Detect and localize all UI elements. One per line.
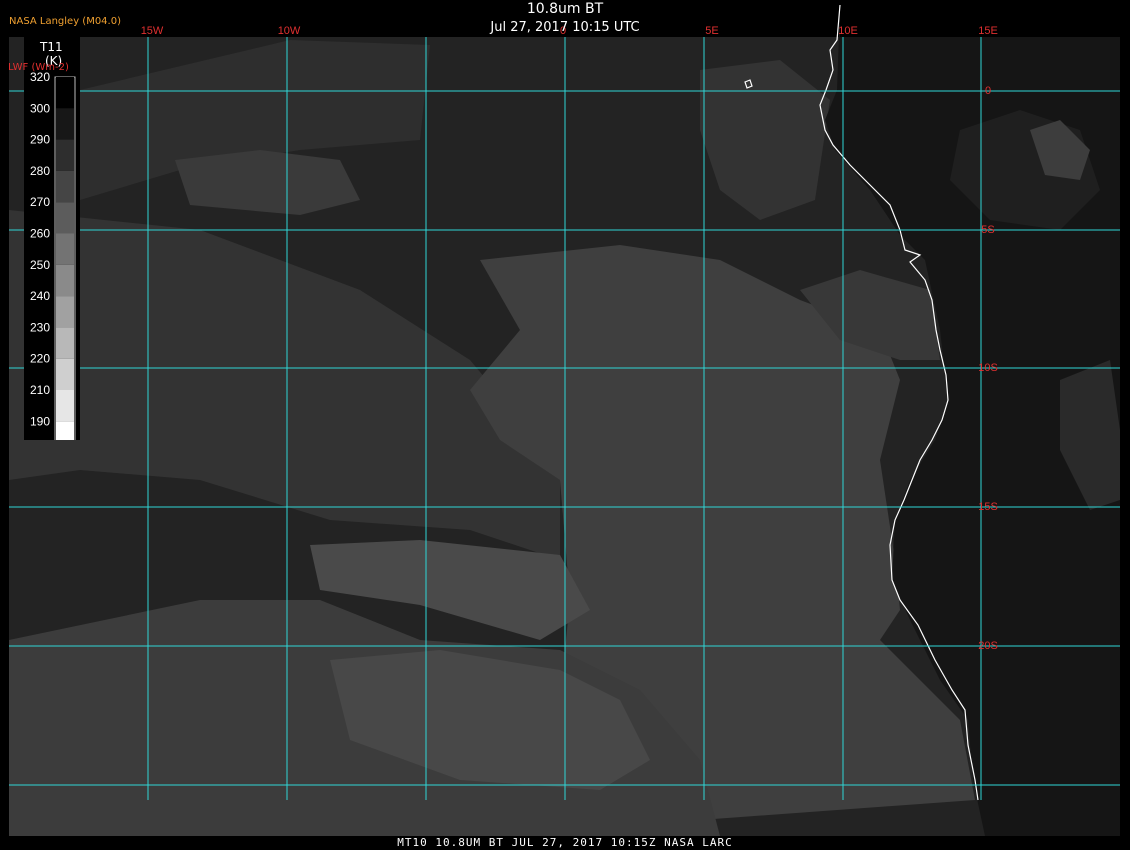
- lat-label: 10S: [978, 362, 998, 374]
- colorbar-swatch: [56, 296, 74, 328]
- colorbar-swatch: [56, 170, 74, 203]
- colorbar-swatch: [56, 390, 74, 422]
- colorbar-swatch: [56, 421, 74, 440]
- lat-label: 0: [985, 85, 991, 97]
- organization-label: NASA Langley (M04.0): [9, 16, 121, 27]
- satellite-map: 15W 10W 0 5E 10E 15E05S10S15S20S: [0, 0, 1130, 850]
- legend-tick-label: 280: [30, 164, 50, 178]
- legend-tick-label: 290: [30, 133, 50, 147]
- legend-tick-label: 250: [30, 258, 50, 272]
- colorbar-swatch: [56, 202, 74, 234]
- colorbar-swatch: [56, 77, 74, 109]
- colorbar-swatch: [56, 233, 74, 265]
- legend-tick-label: 270: [30, 195, 50, 209]
- product-title: 10.8um BT: [526, 1, 604, 17]
- lat-label: 5S: [981, 224, 994, 236]
- footer-caption: MT10 10.8UM BT JUL 27, 2017 10:15Z NASA …: [397, 836, 733, 849]
- colorbar-swatch: [56, 264, 74, 297]
- lat-label: 15S: [978, 501, 998, 513]
- legend-secondary-label: LWF (Wm-2): [8, 62, 69, 73]
- colorbar-swatch: [56, 327, 74, 359]
- legend-tick-label: 240: [30, 289, 50, 303]
- colorbar-swatch: [56, 108, 74, 140]
- cloud-region: [175, 150, 360, 215]
- legend-tick-label: 230: [30, 320, 50, 334]
- legend-tick-label: 190: [30, 414, 50, 428]
- colorbar-swatch: [56, 139, 74, 171]
- legend-tick-label: 260: [30, 227, 50, 241]
- color-legend: T11 (K) 320 300 290 280 270 260 250 240 230 220 21…: [24, 37, 80, 440]
- colorbar-swatch: [56, 358, 74, 390]
- lat-label: 20S: [978, 640, 998, 652]
- legend-tick-label: 220: [30, 352, 50, 366]
- legend-tick-label: 300: [30, 101, 50, 115]
- legend-tick-label: 210: [30, 383, 50, 397]
- datetime-label: Jul 27, 2017 10:15 UTC: [490, 20, 640, 35]
